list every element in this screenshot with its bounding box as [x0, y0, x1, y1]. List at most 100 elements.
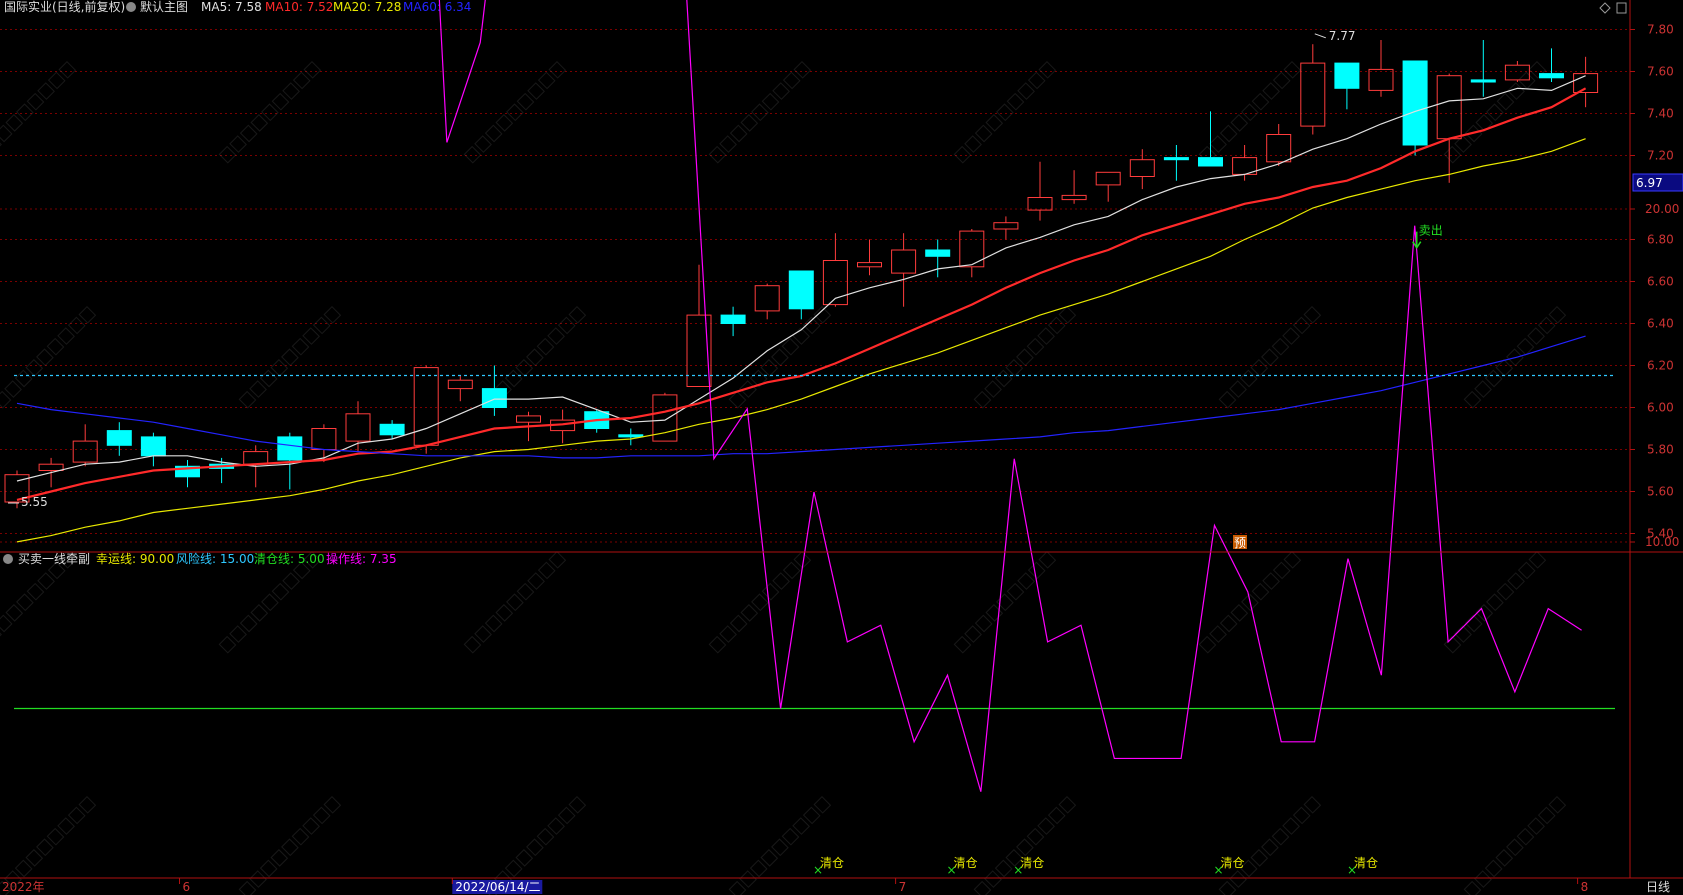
watermark-stamp	[728, 796, 832, 895]
watermark-glyph	[527, 572, 545, 590]
candle-up	[413, 367, 439, 446]
watermark-glyph	[1548, 306, 1567, 324]
watermark-glyph	[1496, 92, 1515, 111]
watermark-glyph	[291, 827, 310, 846]
clear-signal-label: 清仓	[1354, 856, 1378, 870]
watermark-glyph	[547, 817, 565, 835]
stock-chart: 国际实业(日线,前复权) 默认主图 MA5: 7.58 MA10: 7.52 M…	[0, 0, 1683, 895]
watermark-glyph	[1047, 806, 1066, 825]
watermark-glyph	[0, 614, 13, 633]
watermark-glyph	[302, 327, 320, 345]
indicator-menu-icon[interactable]	[3, 554, 13, 564]
price-tick-label: 5.80	[1647, 443, 1674, 457]
watermark-glyph	[1230, 604, 1249, 622]
watermark-glyph	[259, 859, 278, 878]
watermark-glyph	[1006, 92, 1025, 111]
watermark-glyph	[46, 827, 65, 846]
period-button[interactable]: 日线	[1646, 880, 1670, 894]
watermark-glyph	[708, 635, 727, 654]
clear-signal-label: 清仓	[1220, 856, 1244, 870]
watermark-glyph	[708, 145, 727, 164]
date-label: 2022/06/14/二	[455, 880, 540, 894]
watermark-glyph	[1528, 551, 1547, 569]
candle-down	[720, 314, 746, 325]
watermark-glyph	[0, 390, 12, 409]
watermark-glyph	[484, 124, 503, 143]
watermark-glyph	[760, 849, 779, 867]
watermark-glyph	[26, 582, 45, 601]
watermark-glyph	[984, 870, 1002, 888]
watermark-glyph	[973, 880, 992, 895]
date-label: 6	[183, 880, 191, 894]
candle-up	[1300, 62, 1326, 127]
watermark-glyph	[495, 604, 514, 622]
price-tick-label: 6.80	[1647, 233, 1674, 247]
watermark-glyph	[1026, 827, 1045, 846]
watermark-glyph	[78, 306, 97, 324]
watermark-glyph	[1230, 114, 1249, 132]
watermark-glyph	[239, 124, 258, 143]
watermark-glyph	[782, 71, 801, 90]
candle-up	[38, 463, 64, 472]
watermark-glyph	[985, 114, 1004, 132]
watermark-glyph	[557, 316, 576, 335]
watermark-glyph	[281, 838, 299, 857]
expand-icon[interactable]	[1616, 2, 1627, 14]
watermark-glyph	[516, 582, 535, 601]
watermark-glyph	[1219, 614, 1238, 633]
watermark-glyph	[229, 625, 247, 643]
candle-down	[1402, 60, 1428, 146]
candle-down	[1198, 157, 1223, 167]
watermark-stamp	[0, 61, 77, 153]
watermark-glyph	[1017, 572, 1035, 590]
watermark-glyph	[760, 359, 779, 377]
watermark-glyph	[1218, 390, 1237, 409]
watermark-glyph	[271, 582, 290, 601]
watermark-glyph	[973, 390, 992, 409]
candle-up	[516, 415, 541, 423]
sell-signal-label: 卖出	[1419, 224, 1443, 238]
high-pointer	[1314, 33, 1326, 39]
watermark-stamp	[1218, 796, 1322, 895]
watermark-glyph	[46, 337, 65, 356]
watermark-glyph	[1047, 316, 1066, 335]
watermark-stamp	[218, 551, 322, 654]
watermark-glyph	[729, 614, 748, 633]
watermark-glyph	[1283, 61, 1302, 79]
candle-up	[1061, 194, 1087, 201]
watermark-glyph	[557, 806, 576, 825]
watermark-stamp	[1443, 551, 1547, 654]
watermark-glyph	[749, 859, 768, 878]
watermark-glyph	[782, 561, 801, 580]
watermark-glyph	[1037, 327, 1055, 345]
oscillator-plot: ×清仓 ×清仓 ×清仓 ×清仓 ×清仓卖出	[14, 0, 1615, 877]
watermark-glyph	[1463, 880, 1482, 895]
watermark-glyph	[772, 572, 790, 590]
diamond-icon[interactable]	[1599, 2, 1611, 14]
watermark-glyph	[474, 625, 492, 643]
watermark-glyph	[4, 380, 22, 398]
candle-up	[993, 222, 1019, 230]
candle-up	[1129, 159, 1155, 177]
axes: 7.80 7.60 7.40 7.20 6.80 6.60 6.40 6.20 6.00 5.80…	[0, 0, 1683, 894]
candle-up	[959, 230, 985, 268]
watermark-glyph	[751, 593, 769, 612]
watermark-glyph	[36, 348, 54, 367]
watermark-stamp	[1443, 61, 1547, 164]
candle-down	[618, 434, 644, 438]
watermark-stamp	[1218, 306, 1322, 409]
watermark-stamp	[238, 306, 342, 409]
watermark-glyph	[1026, 337, 1045, 356]
watermark-glyph	[1506, 838, 1524, 857]
clear-signal-label: 清仓	[1020, 856, 1044, 870]
panel-name[interactable]: 默认主图	[140, 0, 188, 14]
indicator-title[interactable]: 买卖一线牵副	[18, 552, 90, 566]
low-price-mark: 5.55	[21, 495, 48, 509]
watermark-glyph	[218, 145, 237, 164]
watermark-glyph	[1292, 806, 1311, 825]
watermark-glyph	[1463, 390, 1482, 409]
watermark-glyph	[495, 114, 514, 132]
watermark-glyph	[1537, 316, 1556, 335]
settings-icon[interactable]	[126, 2, 136, 12]
watermark-glyph	[506, 103, 524, 122]
